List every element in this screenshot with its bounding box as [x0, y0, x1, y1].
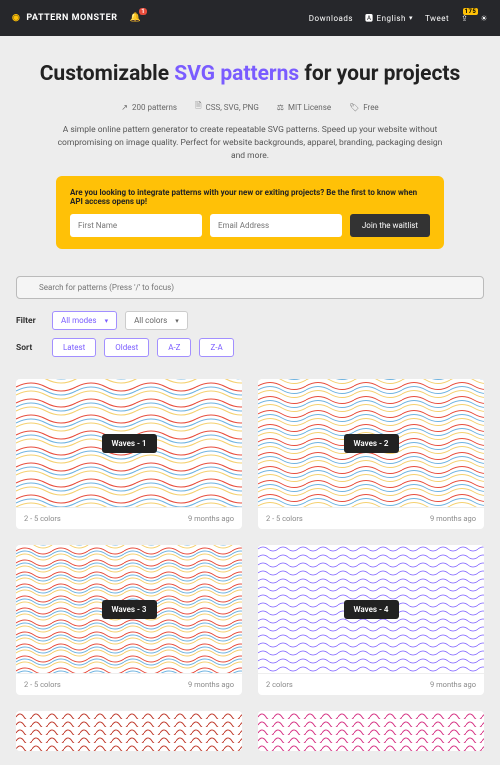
age: 9 months ago	[430, 514, 476, 523]
nav-right: Downloads 🅰 English ▾ Tweet ⇪ 175 ☀	[309, 13, 488, 24]
first-name-input[interactable]	[70, 214, 202, 237]
navbar: ◉ PATTERN MONSTER 🔔 1 Downloads 🅰 Englis…	[0, 0, 500, 36]
sort-oldest[interactable]: Oldest	[104, 338, 149, 357]
hero-description: A simple online pattern generator to cre…	[55, 124, 445, 162]
meta-license: ⚖MIT License	[277, 100, 331, 114]
language-selector[interactable]: 🅰 English ▾	[365, 13, 413, 24]
waves-preview	[258, 711, 484, 751]
notifications-button[interactable]: 🔔 1	[129, 13, 141, 23]
chevron-down-icon: ▾	[175, 317, 179, 325]
meta-patterns: ↗200 patterns	[121, 100, 177, 114]
join-waitlist-button[interactable]: Join the waitlist	[350, 214, 430, 237]
pattern-card[interactable]	[258, 711, 484, 751]
waitlist-prompt: Are you looking to integrate patterns wi…	[70, 188, 430, 206]
age: 9 months ago	[188, 514, 234, 523]
pattern-card[interactable]	[16, 711, 242, 751]
filter-label: Filter	[16, 316, 44, 326]
theme-toggle[interactable]: ☀	[480, 14, 488, 23]
waitlist-box: Are you looking to integrate patterns wi…	[56, 176, 444, 249]
tag-icon: 🏷	[349, 103, 359, 112]
downloads-link[interactable]: Downloads	[309, 14, 353, 23]
color-count: 2 - 5 colors	[266, 514, 303, 523]
logo-icon: ◉	[12, 13, 20, 23]
pattern-title: Waves - 1	[102, 434, 157, 453]
sort-label: Sort	[16, 343, 44, 353]
age: 9 months ago	[430, 680, 476, 689]
sort-za[interactable]: Z-A	[199, 338, 233, 357]
color-count: 2 colors	[266, 680, 293, 689]
chevron-down-icon: ▾	[409, 14, 413, 22]
pattern-title: Waves - 3	[102, 600, 157, 619]
pattern-card[interactable]: Waves - 2 2 - 5 colors 9 months ago	[258, 379, 484, 529]
sort-latest[interactable]: Latest	[52, 338, 96, 357]
translate-icon: 🅰	[365, 13, 374, 24]
filter-modes-select[interactable]: All modes▾	[52, 311, 117, 330]
trend-icon: ↗	[121, 103, 128, 112]
brand-name[interactable]: PATTERN MONSTER	[26, 13, 117, 23]
chevron-down-icon: ▾	[105, 317, 109, 325]
meta-formats: 🗎CSS, SVG, PNG	[195, 100, 259, 114]
filter-colors-select[interactable]: All colors▾	[125, 311, 188, 330]
age: 9 months ago	[188, 680, 234, 689]
waves-preview	[16, 711, 242, 751]
share-count-badge: 175	[463, 8, 479, 15]
sort-az[interactable]: A-Z	[157, 338, 191, 357]
share-icon: ⇪	[461, 14, 468, 23]
tweet-button[interactable]: Tweet	[425, 14, 449, 23]
search-input[interactable]	[16, 276, 484, 299]
pattern-card[interactable]: Waves - 1 2 - 5 colors 9 months ago	[16, 379, 242, 529]
pattern-title: Waves - 2	[344, 434, 399, 453]
color-count: 2 - 5 colors	[24, 514, 61, 523]
file-icon: 🗎	[195, 100, 201, 114]
meta-price: 🏷Free	[349, 100, 379, 114]
pattern-card[interactable]: Waves - 4 2 colors 9 months ago	[258, 545, 484, 695]
pattern-grid: Waves - 1 2 - 5 colors 9 months ago Waves…	[0, 365, 500, 765]
meta-row: ↗200 patterns 🗎CSS, SVG, PNG ⚖MIT Licens…	[24, 100, 476, 114]
color-count: 2 - 5 colors	[24, 680, 61, 689]
pattern-card[interactable]: Waves - 3 2 - 5 colors 9 months ago	[16, 545, 242, 695]
share-button[interactable]: ⇪ 175	[461, 14, 468, 23]
controls: 🔍 Filter All modes▾ All colors▾ Sort Lat…	[0, 261, 500, 365]
hero: Customizable SVG patterns for your proje…	[0, 36, 500, 261]
email-input[interactable]	[210, 214, 342, 237]
pattern-title: Waves - 4	[344, 600, 399, 619]
scale-icon: ⚖	[277, 103, 284, 112]
notification-badge: 1	[139, 8, 147, 15]
page-title: Customizable SVG patterns for your proje…	[24, 62, 476, 86]
